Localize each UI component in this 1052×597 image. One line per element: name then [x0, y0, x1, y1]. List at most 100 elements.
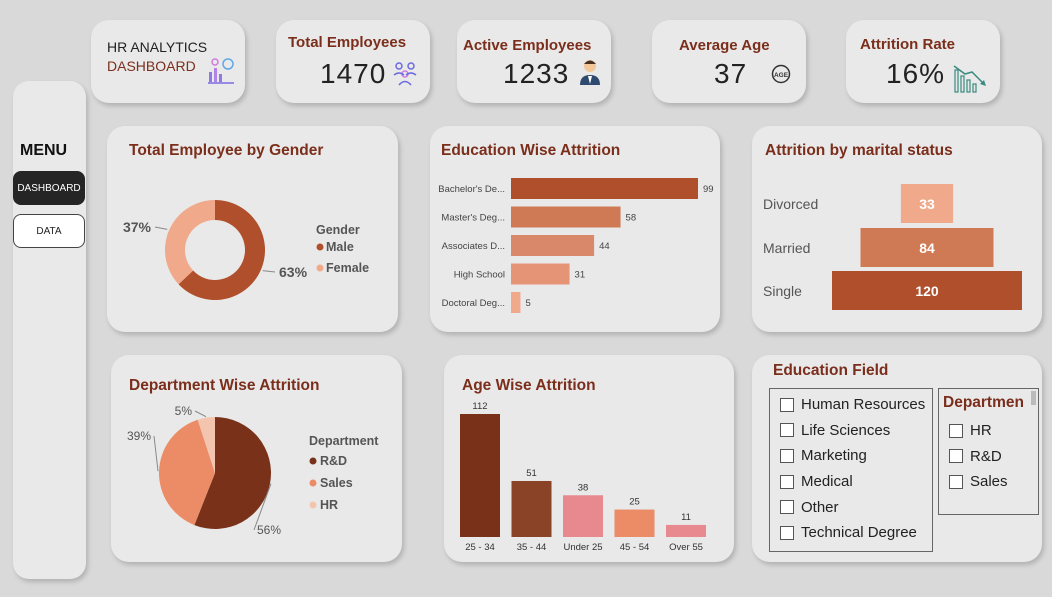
checkbox[interactable] — [780, 500, 794, 515]
slicer-option[interactable]: Human Resources — [780, 392, 932, 418]
checkbox[interactable] — [949, 474, 963, 489]
data-label: 5 — [525, 298, 530, 309]
slicer-option[interactable]: Technical Degree — [780, 520, 932, 546]
leader-line — [194, 410, 207, 418]
slicer-option-label: Medical — [801, 473, 853, 491]
data-label: 63% — [279, 264, 308, 280]
legend-label: Male — [326, 240, 354, 254]
slicer-scrollbar[interactable] — [1031, 391, 1036, 405]
legend-marker — [316, 264, 324, 272]
legend-marker — [316, 243, 324, 251]
bar — [666, 524, 706, 537]
slicer-option-label: HR — [970, 422, 992, 440]
kpi-value: 37 — [714, 58, 748, 89]
side-menu: MENU DASHBOARD DATA — [13, 81, 86, 579]
header-card: HR ANALYTICS DASHBOARD — [91, 20, 245, 103]
bar — [511, 292, 521, 313]
legend-label: Sales — [320, 476, 353, 490]
category-label: Over 55 — [669, 542, 703, 553]
department-chart-card: Department Wise Attrition 56% 39% 5% Depart… — [111, 355, 402, 562]
category-label: High School — [454, 270, 505, 281]
gender-donut-chart: 63% 37% Gender Male Female — [123, 200, 369, 300]
checkbox[interactable] — [780, 448, 794, 463]
kpi-title: Attrition Rate — [860, 36, 955, 53]
marital-chart-card: Attrition by marital status Divorced 33 Ma… — [752, 126, 1042, 332]
analytics-icon — [206, 56, 236, 91]
legend-label: R&D — [320, 454, 347, 468]
slicer-option-label: Other — [801, 498, 839, 516]
education-field-slicer: Human Resources Life Sciences Marketing … — [769, 388, 933, 552]
slicer-option[interactable]: Other — [780, 494, 932, 520]
employee-icon — [577, 58, 603, 91]
data-label: 51 — [526, 468, 537, 479]
checkbox[interactable] — [780, 397, 794, 412]
slicer-option[interactable]: Marketing — [780, 443, 932, 469]
bar — [511, 235, 595, 256]
data-label: 58 — [626, 213, 637, 224]
leader-line — [262, 270, 276, 273]
slicer-option-label: Sales — [970, 473, 1008, 491]
checkbox[interactable] — [949, 423, 963, 438]
slicer-option-label: Human Resources — [801, 396, 926, 414]
data-label: 84 — [919, 240, 935, 256]
slicer-option[interactable]: HR — [949, 418, 1008, 444]
bar — [614, 509, 655, 537]
bar — [460, 414, 500, 537]
legend-label: Female — [326, 261, 369, 275]
kpi-title: Average Age — [679, 37, 770, 54]
checkbox[interactable] — [780, 474, 794, 489]
legend-marker — [309, 501, 317, 509]
category-label: 45 - 54 — [620, 542, 650, 553]
category-label: Single — [763, 283, 802, 299]
header-subtitle: DASHBOARD — [107, 58, 196, 74]
department-pie-chart: 56% 39% 5% Department R&D Sales HR — [127, 404, 379, 537]
category-label: Under 25 — [563, 542, 602, 553]
leader-line — [153, 435, 159, 472]
kpi-value: 1233 — [503, 58, 570, 89]
bar — [563, 495, 603, 537]
category-label: Master's Deg... — [441, 213, 505, 224]
kpi-value: 16% — [886, 58, 946, 89]
slicer-option[interactable]: Sales — [949, 469, 1008, 495]
leader-line — [154, 226, 168, 230]
kpi-value: 1470 — [320, 58, 387, 89]
slicer-option-label: Technical Degree — [801, 524, 917, 542]
data-label: 31 — [575, 270, 586, 281]
bar — [511, 480, 552, 537]
marital-funnel-chart: Divorced 33 Married 84 Single 120 — [763, 184, 1022, 310]
data-label: 44 — [599, 241, 610, 252]
decline-chart-icon — [952, 62, 988, 99]
donut-slice-female — [165, 200, 215, 285]
checkbox[interactable] — [949, 449, 963, 464]
data-label: 33 — [919, 196, 935, 212]
gender-chart-card: Total Employee by Gender 63% 37% Gender Mal… — [107, 126, 398, 332]
data-label: 37% — [123, 219, 152, 235]
kpi-average-age: Average Age 37 AGE — [652, 20, 806, 103]
slicer-option-label: Marketing — [801, 447, 867, 465]
data-label: 5% — [175, 404, 193, 418]
legend-marker — [309, 457, 317, 465]
legend-title: Department — [309, 434, 379, 448]
data-label: 56% — [257, 523, 281, 537]
bar — [511, 178, 698, 199]
menu-item-data[interactable]: DATA — [13, 214, 85, 248]
age-icon: AGE — [770, 64, 792, 89]
checkbox[interactable] — [780, 423, 794, 438]
bar — [511, 263, 570, 285]
menu-item-dashboard[interactable]: DASHBOARD — [13, 171, 85, 205]
slicer-option-label: R&D — [970, 447, 1002, 465]
category-label: Bachelor's De... — [438, 184, 505, 195]
slicer-option[interactable]: Medical — [780, 469, 932, 495]
svg-text:AGE: AGE — [774, 72, 789, 79]
category-label: Married — [763, 240, 810, 256]
kpi-attrition-rate: Attrition Rate 16% — [846, 20, 1000, 103]
data-label: 11 — [681, 512, 691, 523]
legend-marker — [309, 479, 317, 487]
checkbox[interactable] — [780, 525, 794, 540]
slicer-option[interactable]: Life Sciences — [780, 418, 932, 444]
data-label: 25 — [629, 497, 640, 508]
slicer-option[interactable]: R&D — [949, 444, 1008, 470]
data-label: 39% — [127, 429, 151, 443]
data-label: 120 — [915, 283, 939, 299]
category-label: Associates D... — [442, 241, 505, 252]
